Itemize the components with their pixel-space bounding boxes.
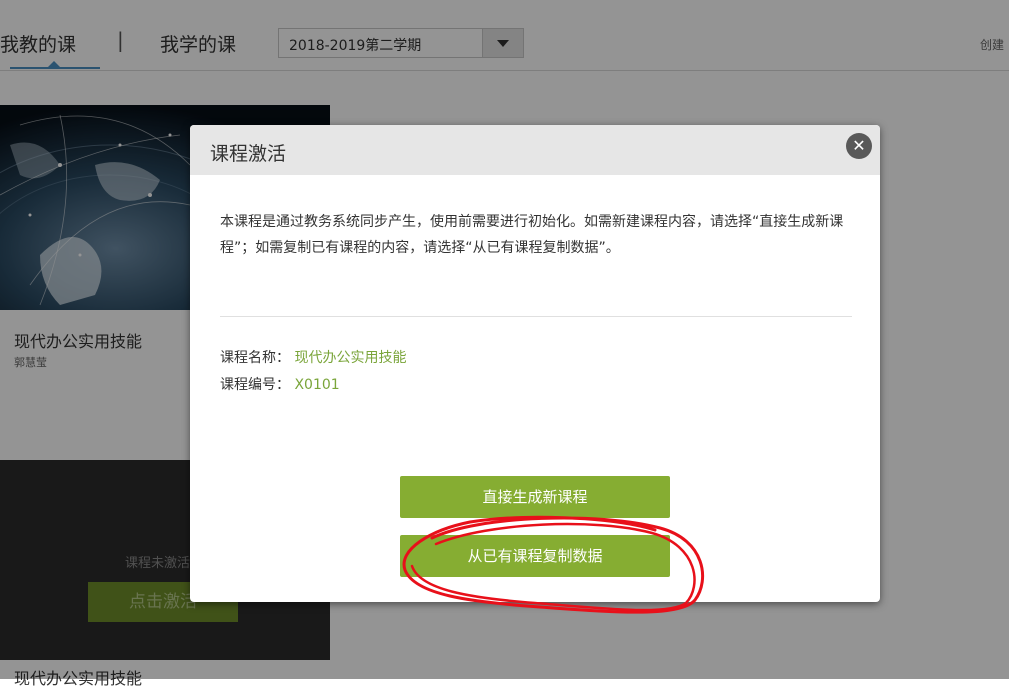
course-name-row: 课程名称： 现代办公实用技能: [220, 347, 406, 367]
copy-from-existing-course-button[interactable]: 从已有课程复制数据: [400, 535, 670, 577]
dialog-header: 课程激活: [190, 125, 880, 175]
dialog-divider: [220, 316, 852, 317]
dialog-description: 本课程是通过教务系统同步产生，使用前需要进行初始化。如需新建课程内容，请选择“直…: [220, 214, 844, 256]
dialog-title: 课程激活: [210, 143, 287, 165]
course-code-value: X0101: [294, 377, 340, 393]
course-activation-dialog: 课程激活 ✕ 本课程是通过教务系统同步产生，使用前需要进行初始化。如需新建课程内…: [190, 125, 880, 602]
close-icon[interactable]: ✕: [846, 133, 872, 159]
course-code-label: 课程编号：: [220, 377, 290, 393]
course-code-row: 课程编号： X0101: [220, 374, 340, 394]
course-name-label: 课程名称：: [220, 350, 290, 366]
course-name-value: 现代办公实用技能: [294, 350, 407, 366]
generate-new-course-button[interactable]: 直接生成新课程: [400, 476, 670, 518]
